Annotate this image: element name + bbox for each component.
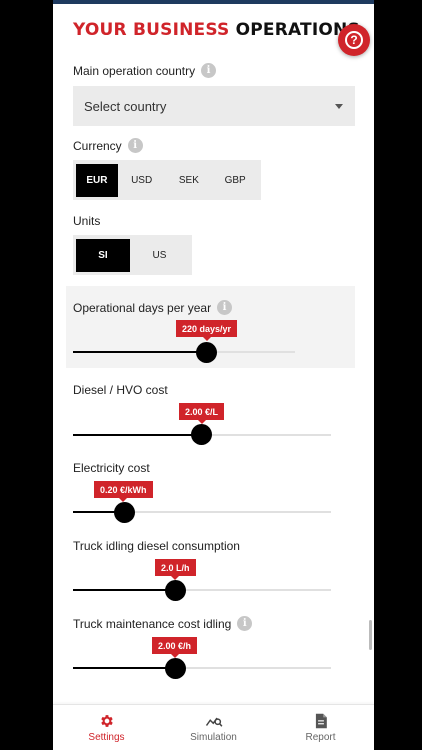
operational-days-track[interactable] [207,351,295,353]
idling-consumption-value-badge: 2.0 L/h [155,559,196,580]
diesel-cost-label-text: Diesel / HVO cost [73,383,168,397]
help-button[interactable]: ? [338,24,370,56]
operational-days-value-badge: 220 days/yr [176,320,238,341]
diesel-cost-label: Diesel / HVO cost [73,383,168,397]
idling-consumption-label: Truck idling diesel consumption [73,539,240,553]
maintenance-cost-value-badge: 2.00 €/h [152,637,198,658]
app-frame: YOUR BUSINESS OPERATIONS ? Main operatio… [53,0,374,750]
chevron-down-icon [335,103,343,109]
country-select[interactable]: Select country [73,86,355,126]
operational-days-thumb[interactable] [196,342,217,363]
units-label-text: Units [73,214,101,228]
maintenance-cost-fill [73,667,176,669]
units-label: Units [73,214,100,228]
help-icon: ? [345,31,363,49]
diesel-cost-fill [73,434,202,436]
units-option-si[interactable]: SI [76,238,130,272]
currency-option-usd[interactable]: USD [118,164,166,197]
units-segmented-control: SI US [73,235,192,275]
nav-item-settings[interactable]: Settings [53,705,160,750]
page-title-accent: YOUR BUSINESS [73,20,230,40]
chart-search-icon [205,717,222,727]
idling-consumption-fill [73,589,176,591]
diesel-cost-thumb[interactable] [191,424,212,445]
bottom-navigation: Settings Simulation Report [53,704,374,750]
info-icon[interactable]: i [237,616,253,631]
electricity-cost-thumb[interactable] [114,502,135,523]
operational-days-fill [73,351,207,353]
currency-option-sek[interactable]: SEK [166,164,213,197]
units-option-us[interactable]: US [130,239,189,272]
maintenance-cost-label: Truck maintenance cost idling i [73,616,253,631]
gear-icon [100,714,113,727]
nav-item-report[interactable]: Report [267,705,374,750]
electricity-cost-label-text: Electricity cost [73,461,150,475]
currency-label: Currency i [73,138,143,153]
idling-consumption-label-text: Truck idling diesel consumption [73,539,240,553]
nav-item-simulation[interactable]: Simulation [160,705,267,750]
electricity-cost-value-badge: 0.20 €/kWh [94,481,153,502]
maintenance-cost-track[interactable] [176,667,331,669]
nav-item-settings-label: Settings [88,731,125,743]
operational-days-label: Operational days per year i [73,300,233,315]
info-icon[interactable]: i [201,63,217,78]
diesel-cost-value-badge: 2.00 €/L [179,403,225,424]
currency-label-text: Currency [73,138,122,153]
diesel-cost-track[interactable] [202,434,331,436]
document-icon [315,713,327,728]
idling-consumption-track[interactable] [176,589,331,591]
maintenance-cost-label-text: Truck maintenance cost idling [73,616,232,631]
info-icon[interactable]: i [217,300,233,315]
currency-segmented-control: EUR USD SEK GBP [73,160,261,200]
maintenance-cost-thumb[interactable] [165,658,186,679]
country-label-text: Main operation country [73,63,196,78]
country-select-value: Select country [84,98,167,114]
electricity-cost-track[interactable] [124,511,331,513]
nav-item-simulation-label: Simulation [190,731,237,743]
currency-option-gbp[interactable]: GBP [212,164,258,197]
operational-days-label-text: Operational days per year [73,300,212,315]
scrollbar[interactable] [369,620,372,650]
info-icon[interactable]: i [127,138,143,153]
idling-consumption-thumb[interactable] [165,580,186,601]
currency-option-eur[interactable]: EUR [76,163,118,197]
country-label: Main operation country i [73,63,217,78]
page-title: YOUR BUSINESS OPERATIONS [73,20,360,40]
electricity-cost-label: Electricity cost [73,461,150,475]
nav-item-report-label: Report [305,731,336,743]
